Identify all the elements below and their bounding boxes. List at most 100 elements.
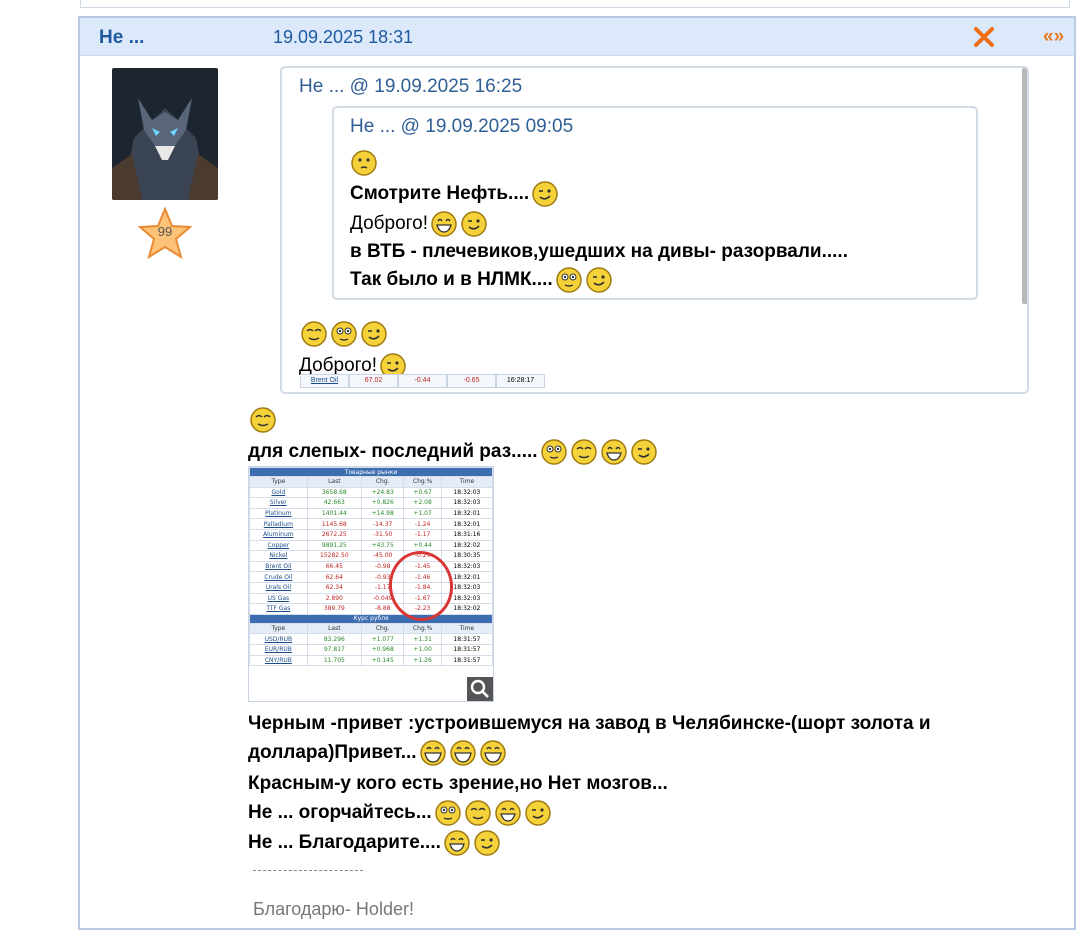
- table-cell: -1.17: [403, 528, 442, 541]
- table-cell: +0.67: [403, 486, 442, 499]
- table-header: Last: [306, 622, 362, 635]
- laughing-smiley-icon: [494, 799, 522, 827]
- table-cell: +24.83: [360, 486, 405, 499]
- smiley-row: [298, 320, 388, 348]
- body-line-6: Не ... Благодарите....: [248, 829, 501, 857]
- quote-inner-text-4: Так было и в НЛМК....: [350, 269, 553, 290]
- sly-smiley-icon: [570, 438, 598, 466]
- table-cell: -0.44: [398, 374, 447, 388]
- table-cell: 18:32:01: [440, 507, 493, 520]
- eyes-smiley-icon: [330, 320, 358, 348]
- quote-inner-line-4: Так было и в НЛМК....: [350, 266, 613, 294]
- body-line-4: Красным-у кого есть зрение,но Нет мозгов…: [248, 773, 668, 795]
- body-line-1: для слепых- последний раз.....: [248, 438, 658, 466]
- quote-inner-line-2: Доброго!: [350, 210, 488, 238]
- table-cell: 1401.44: [306, 507, 362, 520]
- table-cell: CNY/RUB: [249, 654, 308, 667]
- body-line-3: доллара)Привет...: [248, 739, 507, 767]
- body-text-6: Не ... Благодарите....: [248, 832, 441, 853]
- attached-screenshot[interactable]: Товарные рынки Type Last Chg. Chg.% Time…: [248, 466, 494, 702]
- post-author-link[interactable]: Не ...: [99, 27, 144, 49]
- table-cell: 18:32:01: [440, 518, 493, 530]
- grin-smiley-icon: [479, 739, 507, 767]
- table-cell: +1.07: [403, 507, 442, 520]
- eyes-smiley-icon: [555, 266, 583, 294]
- table-row: US Gas 2.890 -0.049 -1.67 18:32:03: [249, 592, 493, 605]
- table-cell: 18:31:57: [440, 643, 493, 656]
- table-header: Chg.: [360, 476, 405, 488]
- signature: Благодарю- Holder!: [253, 899, 414, 919]
- quote-reply-button[interactable]: «»: [1043, 26, 1064, 48]
- table-header: Last: [306, 476, 362, 488]
- table-cell: +1.26: [403, 654, 442, 667]
- zoom-button[interactable]: [467, 677, 493, 701]
- rating-value: 99: [157, 224, 173, 239]
- body-text-1: для слепых- последний раз.....: [248, 441, 538, 462]
- magnifier-icon: [470, 679, 489, 698]
- table-cell: TTF Gas: [249, 603, 308, 615]
- table-row: CNY/RUB 11.705 +0.145 +1.26 18:31:57: [249, 654, 493, 667]
- table-cell: 18:31:57: [440, 654, 493, 667]
- quote-inner-text-2: Доброго!: [350, 213, 429, 234]
- avatar[interactable]: [112, 68, 218, 200]
- table-cell: 18:32:02: [440, 603, 493, 615]
- table-cell: 42.663: [306, 497, 362, 509]
- post-header: Не ... 19.09.2025 18:31 «»: [80, 18, 1074, 56]
- table-header: Time: [440, 622, 493, 635]
- table-row: TTF Gas 389.79 -8.88 -2.23 18:32:02: [249, 603, 493, 615]
- table-cell: -1.24: [403, 518, 442, 530]
- table-row: Nickel 15282.50 -45.00 -0.29 18:30:35: [249, 550, 493, 562]
- table-cell: 18:30:35: [440, 550, 493, 562]
- table-cell: 62.64: [306, 571, 362, 583]
- table-row: Copper 9891.25 +43.75 +0.44 18:32:02: [249, 539, 493, 552]
- body-text-3: доллара)Привет...: [248, 742, 417, 763]
- table-cell: 9891.25: [306, 539, 362, 552]
- table-cell: Gold: [249, 486, 308, 499]
- table-cell: Nickel: [249, 550, 308, 562]
- table-cell: 18:31:57: [440, 633, 493, 645]
- smiley-line: [348, 149, 378, 177]
- table-cell: +14.98: [360, 507, 405, 520]
- quote-inner-header[interactable]: Не ... @ 19.09.2025 09:05: [350, 116, 573, 138]
- quote-scrollbar[interactable]: [1022, 68, 1027, 304]
- forum-post: Не ... 19.09.2025 18:31 «» 99 Не ... @ 1…: [78, 16, 1076, 930]
- close-icon[interactable]: [972, 25, 996, 49]
- quote-inner-text-3: в ВТБ - плечевиков,ушедших на дивы- разо…: [350, 241, 848, 262]
- wink-smiley-icon: [524, 799, 552, 827]
- wink-smiley-icon: [531, 180, 559, 208]
- table-cell: +2.08: [403, 497, 442, 509]
- table-cell: 2672.25: [306, 528, 362, 541]
- wink-smiley-icon: [585, 266, 613, 294]
- wink-smiley-icon: [360, 320, 388, 348]
- table-cell: US Gas: [249, 592, 308, 605]
- table-cell: 3658.68: [306, 486, 362, 499]
- body-text-2: Черным -привет :устроившемуся на завод в…: [248, 713, 931, 734]
- table-cell: Brent Oil: [249, 560, 308, 573]
- table-cell: +43.75: [360, 539, 405, 552]
- table-cell: Brent Oil: [300, 374, 349, 388]
- table-cell: -14.37: [360, 518, 405, 530]
- table-cell: 18:32:03: [440, 486, 493, 499]
- table-cell: 11.705: [306, 654, 362, 667]
- body-text-5: Не ... огорчайтесь...: [248, 802, 432, 823]
- grin-smiley-icon: [449, 739, 477, 767]
- eyes-smiley-icon: [540, 438, 568, 466]
- table-cell: 1145.68: [306, 518, 362, 530]
- table-header: Type: [249, 622, 308, 635]
- quote-outer-header[interactable]: Не ... @ 19.09.2025 16:25: [299, 76, 522, 98]
- body-text-4: Красным-у кого есть зрение,но Нет мозгов…: [248, 773, 668, 794]
- user-rating-badge: 99: [137, 206, 193, 260]
- table-row: Aluminum 2672.25 -31.50 -1.17 18:31:16: [249, 528, 493, 541]
- previous-post-edge: [80, 0, 1070, 8]
- table-cell: EUR/RUB: [249, 643, 308, 656]
- wink-smiley-icon: [630, 438, 658, 466]
- quote-inner-text-1: Смотрите Нефть....: [350, 183, 530, 204]
- table-cell: +1.31: [403, 633, 442, 645]
- table-cell: 62.34: [306, 581, 362, 594]
- quoted-table-fragment: Brent Oil 67.02 -0.44 -0.65 16:28:17: [300, 374, 545, 388]
- table-title: Курс рубля: [249, 613, 493, 624]
- table-cell: +1.00: [403, 643, 442, 656]
- quote-inner: Не ... @ 19.09.2025 09:05 Смотрите Нефть…: [332, 106, 978, 300]
- quote-outer: Не ... @ 19.09.2025 16:25 Не ... @ 19.09…: [280, 66, 1029, 394]
- table-header: Type: [249, 476, 308, 488]
